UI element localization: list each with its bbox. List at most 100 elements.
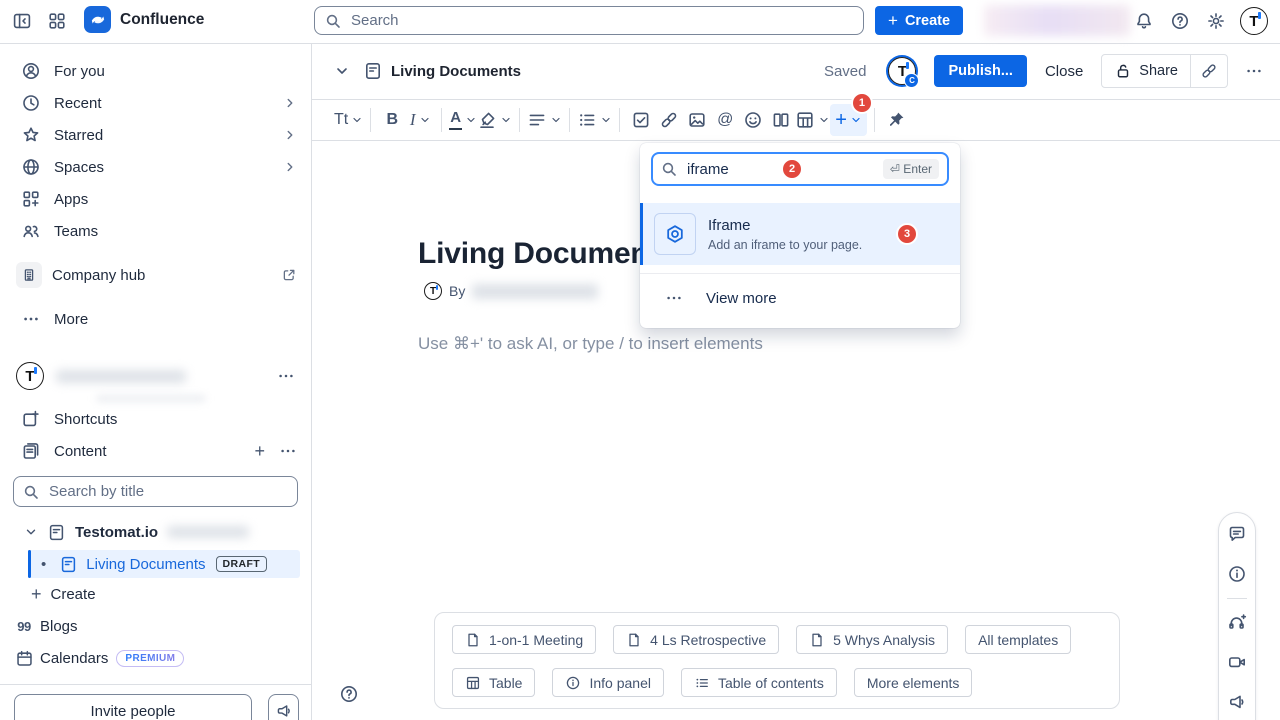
- sidebar-item-apps[interactable]: Apps: [0, 183, 311, 215]
- collaborator-avatar[interactable]: T C: [888, 57, 916, 85]
- editor-placeholder[interactable]: Use ⌘+' to ask AI, or type / to insert e…: [418, 334, 763, 354]
- top-bar: Confluence + Create T: [0, 0, 1280, 44]
- content-search-input[interactable]: [47, 482, 288, 501]
- sidebar-item-blogs[interactable]: 99 Blogs: [0, 610, 311, 642]
- comments-button[interactable]: [1227, 524, 1247, 544]
- apps-grid-icon: [20, 189, 42, 209]
- element-search-input[interactable]: [685, 160, 875, 179]
- space-header[interactable]: T: [0, 360, 311, 392]
- headphones-plus-icon: [1227, 612, 1247, 632]
- collapse-sidebar-button[interactable]: [10, 9, 34, 33]
- element-search[interactable]: ⏎ Enter 2: [651, 152, 949, 186]
- page-more-button[interactable]: [1242, 62, 1266, 80]
- list-button[interactable]: [577, 104, 612, 136]
- insert-toc-button[interactable]: Table of contents: [681, 668, 837, 697]
- publish-button[interactable]: Publish...: [934, 55, 1026, 87]
- task-button[interactable]: [627, 104, 655, 136]
- sidebar-item-starred[interactable]: Starred: [0, 119, 311, 151]
- global-search[interactable]: [314, 6, 864, 35]
- share-button[interactable]: Share: [1102, 55, 1190, 87]
- insert-info-panel-button[interactable]: Info panel: [552, 668, 664, 697]
- video-button[interactable]: [1227, 652, 1247, 672]
- megaphone-icon: [1227, 692, 1247, 712]
- brand[interactable]: Confluence: [84, 6, 204, 33]
- global-search-input[interactable]: [349, 11, 853, 30]
- insert-element-button[interactable]: + 1: [830, 104, 867, 136]
- details-button[interactable]: [1227, 564, 1247, 584]
- table-button[interactable]: [795, 104, 830, 136]
- layout-button[interactable]: [767, 104, 795, 136]
- notifications-button[interactable]: [1132, 9, 1156, 33]
- content-more-button[interactable]: [279, 442, 297, 460]
- feedback-button[interactable]: [1227, 692, 1247, 712]
- checkbox-icon: [631, 110, 651, 130]
- result-item-iframe[interactable]: Iframe Add an iframe to your page. 3: [640, 203, 960, 265]
- redacted-text: [984, 5, 1130, 36]
- italic-button[interactable]: I: [406, 104, 434, 136]
- breadcrumb[interactable]: Living Documents: [391, 63, 521, 80]
- bold-button[interactable]: B: [378, 104, 406, 136]
- template-5whys-button[interactable]: 5 Whys Analysis: [796, 625, 948, 654]
- sidebar-item-shortcuts[interactable]: Shortcuts: [0, 403, 311, 435]
- emoji-icon: [743, 110, 763, 130]
- sidebar-item-recent[interactable]: Recent: [0, 87, 311, 119]
- app-switcher-button[interactable]: [45, 9, 69, 33]
- author-avatar[interactable]: T: [424, 282, 442, 300]
- divider: [619, 108, 620, 132]
- space-more-button[interactable]: [277, 367, 295, 385]
- align-left-icon: [527, 110, 547, 130]
- tree-item-living-documents[interactable]: • Living Documents DRAFT: [28, 550, 300, 578]
- profile-avatar[interactable]: T: [1240, 7, 1268, 35]
- sidebar-nav: For you Recent Starred Spaces Apps: [0, 43, 311, 335]
- audio-button[interactable]: [1227, 612, 1247, 632]
- redacted-space-subtitle: [96, 395, 206, 402]
- link-button[interactable]: [655, 104, 683, 136]
- close-button[interactable]: Close: [1045, 63, 1083, 80]
- text-color-button[interactable]: A: [449, 104, 477, 136]
- page-title[interactable]: Living Documents: [418, 237, 675, 271]
- table-icon: [465, 675, 481, 691]
- view-more-item[interactable]: View more: [640, 276, 960, 320]
- emoji-button[interactable]: [739, 104, 767, 136]
- settings-button[interactable]: [1204, 9, 1228, 33]
- sidebar-create-page[interactable]: + Create: [0, 578, 311, 610]
- editor-help-button[interactable]: [339, 684, 359, 704]
- draft-badge: DRAFT: [216, 556, 268, 572]
- help-button[interactable]: [1168, 9, 1192, 33]
- tree-item-label: Living Documents: [86, 556, 205, 573]
- announce-button[interactable]: [268, 694, 299, 720]
- mention-button[interactable]: @: [711, 104, 739, 136]
- right-rail: [1218, 512, 1256, 720]
- sidebar-item-company-hub[interactable]: Company hub: [0, 259, 311, 291]
- text-styles-button[interactable]: Tt: [334, 104, 363, 136]
- search-icon: [23, 484, 39, 500]
- add-content-button[interactable]: +: [254, 442, 265, 460]
- sidebar-item-teams[interactable]: Teams: [0, 215, 311, 247]
- pin-toolbar-button[interactable]: [882, 104, 910, 136]
- breadcrumb-chevron-button[interactable]: [334, 63, 350, 79]
- image-button[interactable]: [683, 104, 711, 136]
- step-badge-2: 2: [781, 158, 803, 180]
- result-description: Add an iframe to your page.: [708, 238, 862, 252]
- sidebar-item-for-you[interactable]: For you: [0, 55, 311, 87]
- copy-link-button[interactable]: [1191, 55, 1227, 87]
- template-1on1-button[interactable]: 1-on-1 Meeting: [452, 625, 596, 654]
- tree-item-testomat[interactable]: Testomat.io: [0, 516, 311, 548]
- align-button[interactable]: [527, 104, 562, 136]
- all-templates-button[interactable]: All templates: [965, 625, 1071, 654]
- invite-people-button[interactable]: Invite people: [14, 694, 252, 720]
- more-elements-button[interactable]: More elements: [854, 668, 973, 697]
- sidebar-item-calendars[interactable]: Calendars PREMIUM: [0, 642, 311, 674]
- person-circle-icon: [20, 61, 42, 81]
- sidebar-item-spaces[interactable]: Spaces: [0, 151, 311, 183]
- highlight-button[interactable]: [477, 104, 512, 136]
- create-button[interactable]: + Create: [875, 6, 963, 35]
- insert-table-button[interactable]: Table: [452, 668, 535, 697]
- sidebar-item-content[interactable]: Content +: [0, 435, 311, 467]
- content-search[interactable]: [13, 476, 298, 507]
- chevron-down-icon: [334, 63, 350, 79]
- page-icon: [465, 632, 481, 648]
- template-4ls-button[interactable]: 4 Ls Retrospective: [613, 625, 779, 654]
- sidebar-item-more[interactable]: More: [0, 303, 311, 335]
- byline: T By: [424, 282, 598, 300]
